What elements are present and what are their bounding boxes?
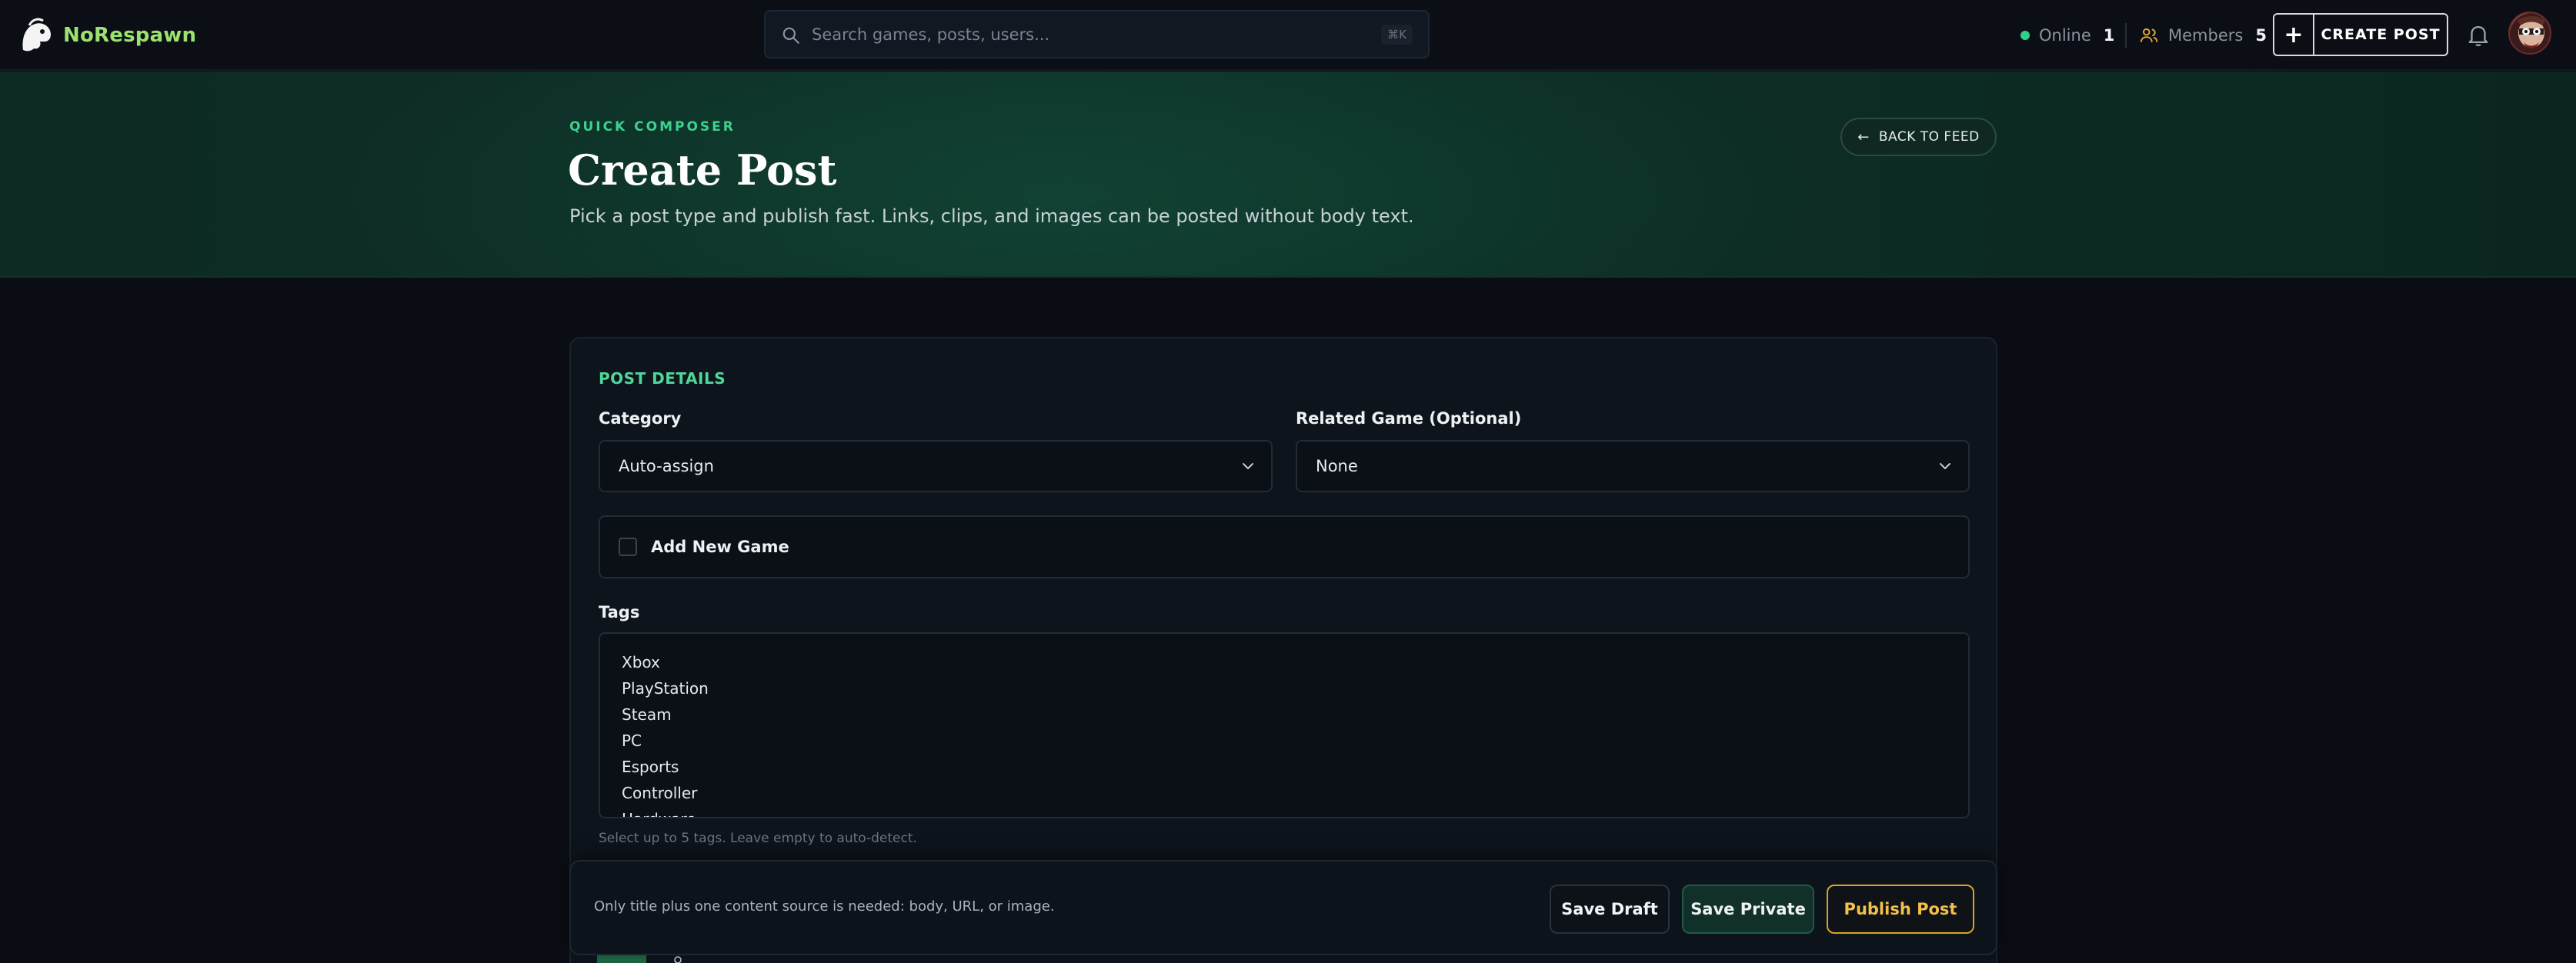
tag-option[interactable]: PlayStation — [622, 675, 1968, 701]
back-to-feed-label: BACK TO FEED — [1878, 129, 1980, 145]
stat-divider — [2125, 23, 2127, 48]
search-icon — [782, 27, 799, 44]
brand-name: NoRespawn — [63, 24, 197, 47]
user-avatar[interactable] — [2508, 12, 2551, 55]
plus-icon: + — [2274, 15, 2314, 55]
ghost-logo-icon — [22, 18, 51, 52]
tags-multiselect[interactable]: Xbox PlayStation Steam PC Esports Contro… — [599, 632, 1970, 818]
action-note: Only title plus one content source is ne… — [594, 898, 1055, 915]
bell-icon[interactable] — [2465, 22, 2491, 48]
hero-eyebrow: QUICK COMPOSER — [569, 119, 736, 135]
tag-option[interactable]: Controller — [622, 780, 1968, 806]
tags-label: Tags — [599, 603, 640, 621]
arrow-left-icon: ← — [1857, 128, 1870, 145]
create-post-label: CREATE POST — [2321, 26, 2441, 43]
add-new-game-label: Add New Game — [651, 538, 789, 556]
chevron-down-icon — [1243, 463, 1253, 469]
save-draft-button[interactable]: Save Draft — [1550, 885, 1670, 934]
online-label: Online — [2039, 26, 2091, 45]
category-select[interactable]: Auto-assign — [599, 440, 1273, 492]
tag-option[interactable]: PC — [622, 728, 1968, 754]
users-icon — [2140, 28, 2158, 42]
publish-post-button[interactable]: Publish Post — [1827, 885, 1974, 934]
section-title: POST DETAILS — [599, 369, 726, 388]
add-new-game-toggle[interactable]: Add New Game — [599, 515, 1970, 578]
members-label: Members — [2168, 26, 2244, 45]
members-stat[interactable]: Members 5 — [2139, 21, 2267, 50]
category-label: Category — [599, 409, 682, 428]
back-to-feed-button[interactable]: ← BACK TO FEED — [1840, 118, 1997, 156]
members-count: 5 — [2255, 26, 2267, 45]
create-post-button[interactable]: + CREATE POST — [2273, 13, 2448, 56]
search-input[interactable] — [812, 12, 1350, 57]
avatar-image — [2510, 13, 2550, 53]
tag-option[interactable]: Xbox — [622, 649, 1968, 675]
chevron-down-icon — [1940, 463, 1950, 469]
hero-banner: QUICK COMPOSER Create Post Pick a post t… — [0, 72, 2576, 278]
search-bar: ⌘K — [764, 10, 1430, 58]
tag-option[interactable]: Steam — [622, 701, 1968, 728]
related-game-select[interactable]: None — [1296, 440, 1970, 492]
category-value: Auto-assign — [619, 457, 714, 475]
page-title: Create Post — [568, 145, 837, 195]
tag-option[interactable]: Esports — [622, 754, 1968, 780]
page-subtitle: Pick a post type and publish fast. Links… — [569, 205, 1414, 227]
add-new-game-checkbox[interactable] — [619, 538, 637, 556]
online-stat: Online 1 — [2020, 21, 2114, 50]
online-status-dot — [2020, 31, 2030, 40]
online-count: 1 — [2103, 26, 2115, 45]
save-private-button[interactable]: Save Private — [1682, 885, 1814, 934]
brand-link[interactable]: NoRespawn — [17, 14, 196, 57]
related-game-value: None — [1316, 457, 1358, 475]
tags-help-text: Select up to 5 tags. Leave empty to auto… — [599, 831, 917, 846]
top-bar: NoRespawn ⌘K Online 1 Members 5 + CREATE… — [0, 0, 2576, 71]
tag-option[interactable]: Hardware — [622, 806, 1968, 817]
related-game-label: Related Game (Optional) — [1296, 409, 1522, 428]
search-shortcut-hint: ⌘K — [1381, 25, 1413, 45]
action-bar: Only title plus one content source is ne… — [569, 860, 1997, 955]
